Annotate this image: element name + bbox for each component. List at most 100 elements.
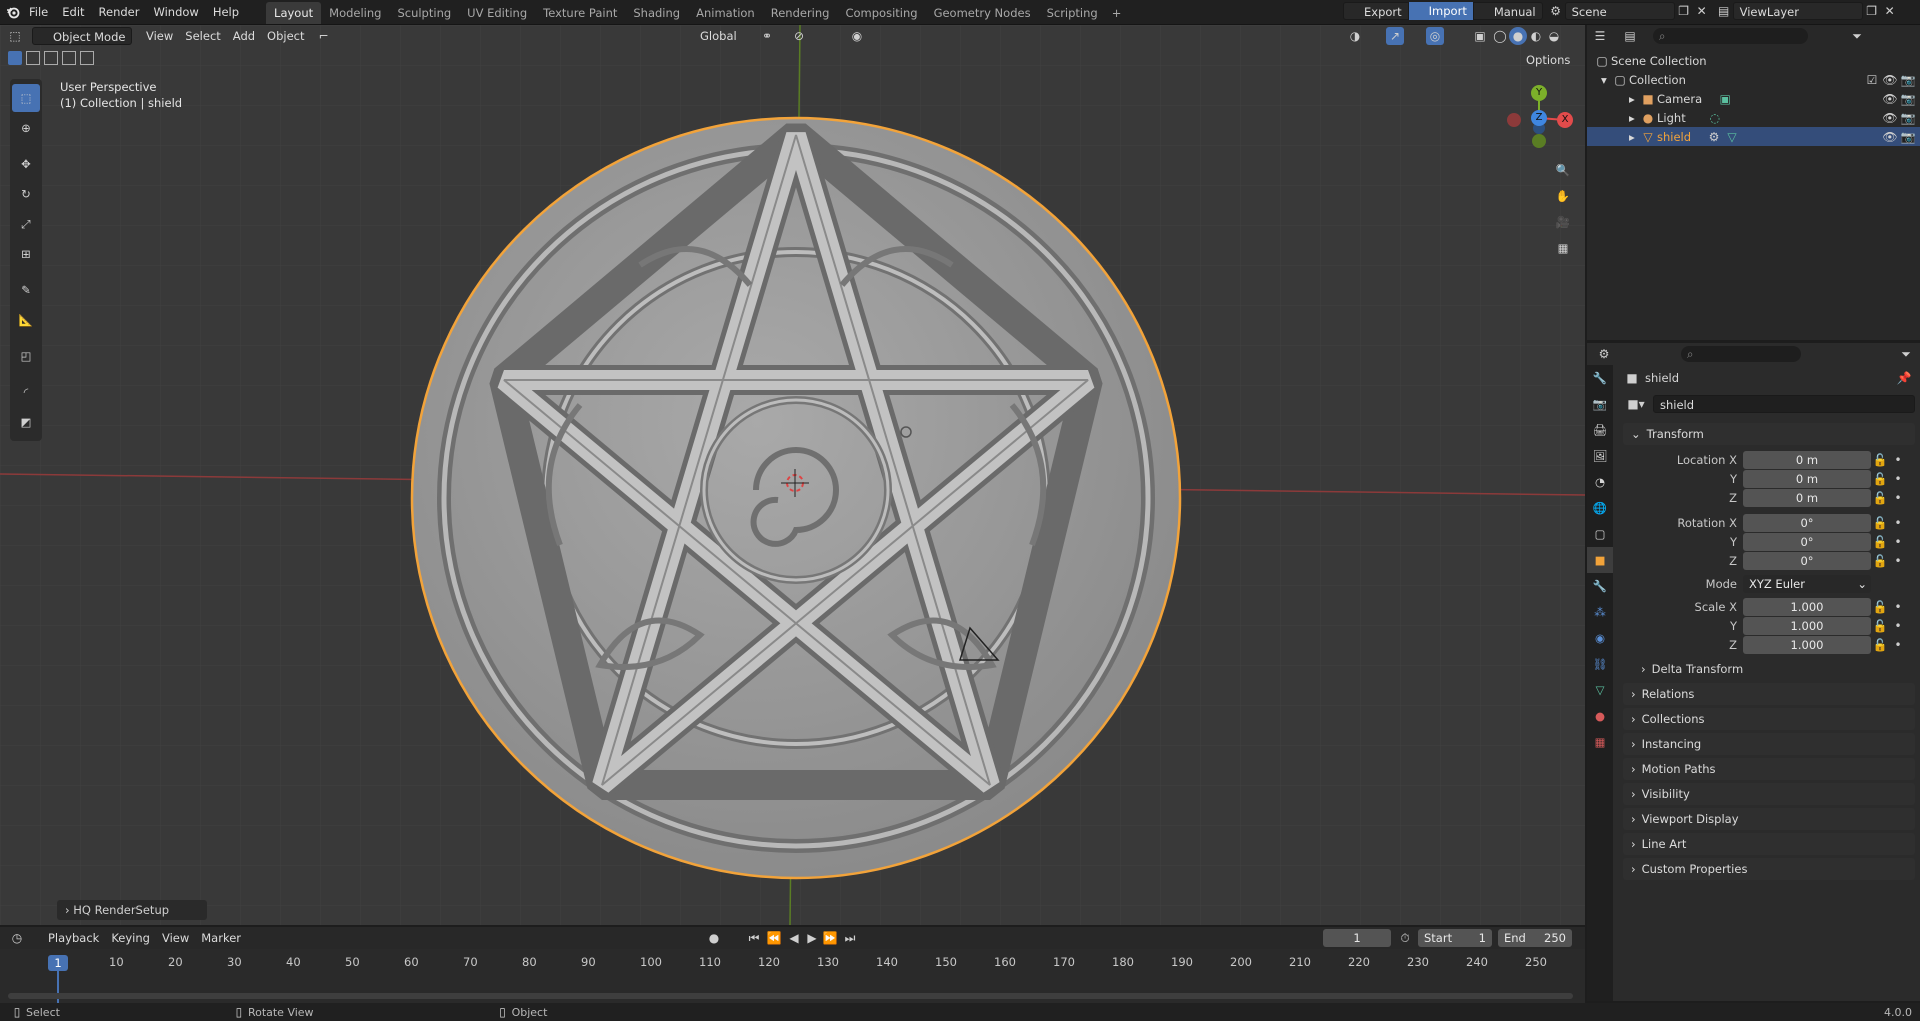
select-intersect-icon[interactable] [80,51,94,65]
prev-keyframe-icon[interactable]: ⏪ [765,929,783,947]
scene-field[interactable]: Scene [1564,2,1675,20]
delta-transform-subpanel[interactable]: › Delta Transform [1623,658,1915,680]
shield-render-icon[interactable]: 📷 [1899,128,1917,146]
keyframe-dot-icon[interactable]: • [1889,552,1907,570]
lock-icon[interactable]: 🔓 [1871,533,1889,551]
pin-icon[interactable]: 📌 [1895,369,1913,387]
playhead-frame[interactable]: 1 [48,955,68,971]
end-frame-field[interactable]: End 250 [1498,929,1572,947]
menu-edit[interactable]: Edit [55,0,91,25]
collections-panel-header[interactable]: › Collections [1623,708,1915,730]
menu-object[interactable]: Object [261,27,310,45]
expand-icon[interactable]: ▸ [1629,92,1639,106]
play-icon[interactable]: ▶ [803,929,821,947]
viewlayer-icon[interactable]: ▤ [1715,2,1733,20]
properties-editor-icon[interactable]: ⚙ [1595,345,1613,363]
light-render-icon[interactable]: 📷 [1899,109,1917,127]
material-shading-icon[interactable]: ◐ [1527,27,1545,45]
camera-eye-icon[interactable]: 👁 [1881,90,1899,108]
tab-modeling[interactable]: Modeling [321,2,389,24]
playback-menu[interactable]: Playback [42,929,105,947]
transform-tool-icon[interactable]: ⊞ [12,240,40,268]
constraints-tab-icon[interactable]: ⛓ [1587,651,1613,677]
delete-scene-icon[interactable]: ✕ [1693,2,1711,20]
tool-tab-icon[interactable]: 🔧 [1587,365,1613,391]
menu-select[interactable]: Select [179,27,226,45]
gizmo-z-axis[interactable]: Z [1531,110,1547,126]
manual-button[interactable]: Manual [1472,2,1543,20]
scene-collection-row[interactable]: ▢ Scene Collection [1587,51,1920,70]
rotation-y-field[interactable]: 0° [1743,532,1871,551]
instancing-panel-header[interactable]: › Instancing [1623,733,1915,755]
snap-icon[interactable]: ⌐ [315,27,333,45]
modifier-icon[interactable]: ⚙ [1705,128,1723,146]
viewport-display-panel-header[interactable]: › Viewport Display [1623,808,1915,830]
menu-render[interactable]: Render [92,0,147,25]
lock-icon[interactable]: 🔓 [1871,552,1889,570]
annotate-tool-icon[interactable]: ✎ [12,276,40,304]
perspective-grid-icon[interactable]: ▦ [1550,235,1576,261]
timeline-editor-icon[interactable]: ◷ [8,929,26,947]
rotation-mode-dropdown[interactable]: XYZ Euler ⌄ [1743,574,1871,593]
particles-tab-icon[interactable]: ⁂ [1587,599,1613,625]
scene-icon[interactable]: ⚙ [1547,2,1565,20]
new-viewlayer-icon[interactable]: ❐ [1863,2,1881,20]
material-tab-icon[interactable]: ● [1587,703,1613,729]
location-z-field[interactable]: 0 m [1743,488,1871,507]
rotate-tool-icon[interactable]: ↻ [12,180,40,208]
scale-y-field[interactable]: 1.000 [1743,616,1871,635]
lock-icon[interactable]: 🔓 [1871,617,1889,635]
keyframe-dot-icon[interactable]: • [1889,514,1907,532]
xray-icon[interactable]: ▣ [1471,27,1489,45]
lock-icon[interactable]: 🔓 [1871,514,1889,532]
shear-tool-icon[interactable]: ◜ [12,378,40,406]
timeline-scrollbar[interactable] [8,993,1573,999]
keyframe-dot-icon[interactable]: • [1889,617,1907,635]
rotation-x-field[interactable]: 0° [1743,513,1871,532]
3d-viewport[interactable]: ⬚ Object Mode View Select Add Object ⌐ G… [0,25,1585,925]
menu-add[interactable]: Add [227,27,261,45]
line-art-panel-header[interactable]: › Line Art [1623,833,1915,855]
proportional-edit-icon[interactable]: ◉ [848,27,866,45]
pan-hand-icon[interactable]: ✋ [1550,183,1576,209]
tab-texture-paint[interactable]: Texture Paint [535,2,625,24]
tab-uv-editing[interactable]: UV Editing [459,2,535,24]
viewlayer-field[interactable]: ViewLayer [1732,2,1863,20]
gizmo-y-axis[interactable]: Y [1531,85,1547,101]
select-new-icon[interactable] [8,51,22,65]
render-tab-icon[interactable]: 📷 [1587,391,1613,417]
menu-view[interactable]: View [140,27,179,45]
zoom-icon[interactable]: 🔍 [1550,157,1576,183]
solid-shading-icon[interactable]: ● [1509,27,1527,45]
collapse-icon[interactable]: ▾ [1601,73,1611,87]
texture-tab-icon[interactable]: ▦ [1587,729,1613,755]
physics-tab-icon[interactable]: ◉ [1587,625,1613,651]
visibility-panel-header[interactable]: › Visibility [1623,783,1915,805]
overlay-toggle-icon[interactable]: ◎ [1426,27,1444,45]
camera-view-icon[interactable]: 🎥 [1550,209,1576,235]
gizmo-toggle-icon[interactable]: ↗ [1386,27,1404,45]
rendered-shading-icon[interactable]: ◒ [1545,27,1563,45]
light-eye-icon[interactable]: 👁 [1881,109,1899,127]
view-layer-tab-icon[interactable]: 🖼 [1587,443,1613,469]
tab-layout[interactable]: Layout [266,2,322,24]
display-mode-icon[interactable]: ▤ [1621,27,1639,45]
play-reverse-icon[interactable]: ◀ [785,929,803,947]
delete-viewlayer-icon[interactable]: ✕ [1881,2,1899,20]
scale-x-field[interactable]: 1.000 [1743,597,1871,616]
scene-tab-icon[interactable]: ◔ [1587,469,1613,495]
menu-file[interactable]: File [22,0,55,25]
lock-icon[interactable]: 🔓 [1871,636,1889,654]
mode-dropdown[interactable]: Object Mode [32,27,132,45]
outliner-search-input[interactable]: ⌕ [1653,28,1808,44]
tab-scripting[interactable]: Scripting [1039,2,1106,24]
keyframe-dot-icon[interactable]: • [1889,451,1907,469]
keyframe-dot-icon[interactable]: • [1889,598,1907,616]
pivot-icon[interactable]: ⚭ [758,27,776,45]
properties-search-input[interactable]: ⌕ [1681,346,1801,362]
collection-tab-icon[interactable]: ▢ [1587,521,1613,547]
tab-animation[interactable]: Animation [688,2,763,24]
editor-type-icon[interactable]: ⬚ [6,27,24,45]
collection-render-icon[interactable]: 📷 [1899,71,1917,89]
object-browse-icon[interactable]: ■▾ [1623,395,1649,413]
